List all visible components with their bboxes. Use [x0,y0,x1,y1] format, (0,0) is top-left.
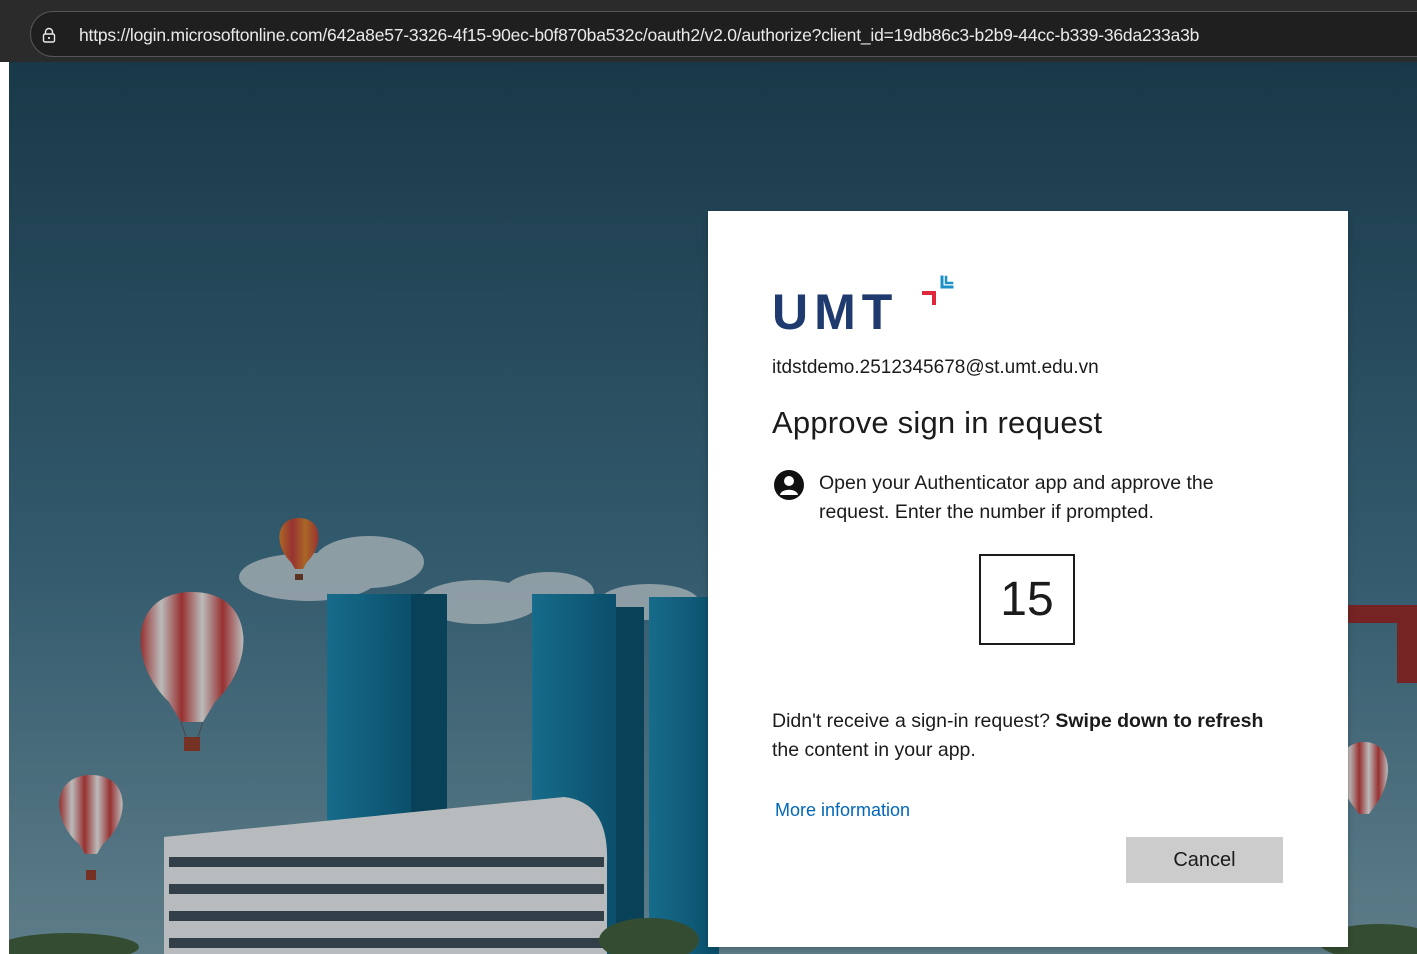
browser-toolbar: https://login.microsoftonline.com/642a8e… [0,0,1417,62]
umt-logo: UMT [772,275,954,333]
authenticator-person-icon [774,470,804,500]
window-edge [0,62,9,954]
instruction-text: Open your Authenticator app and approve … [819,472,1214,523]
logo-mark [922,275,954,305]
help-suffix: the content in your app. [772,739,976,761]
account-email: itdstdemo.2512345678@st.umt.edu.vn [772,357,1099,378]
help-bold: Swipe down to refresh [1055,710,1264,732]
lock-icon[interactable] [41,27,57,43]
help-text: Didn't receive a sign-in request? Swipe … [772,707,1272,765]
page-title: Approve sign in request [772,405,1103,440]
help-prefix: Didn't receive a sign-in request? [772,710,1056,732]
more-information-link[interactable]: More information [775,800,910,821]
verification-number: 15 [979,554,1075,645]
logo-text: UMT [772,284,898,333]
browser-window: https://login.microsoftonline.com/642a8e… [0,0,1417,954]
url-text[interactable]: https://login.microsoftonline.com/642a8e… [79,24,1199,46]
sign-in-card: UMT itdstdemo.2512345678@st.umt.edu.vn A… [708,211,1348,947]
cancel-button[interactable]: Cancel [1126,837,1283,883]
